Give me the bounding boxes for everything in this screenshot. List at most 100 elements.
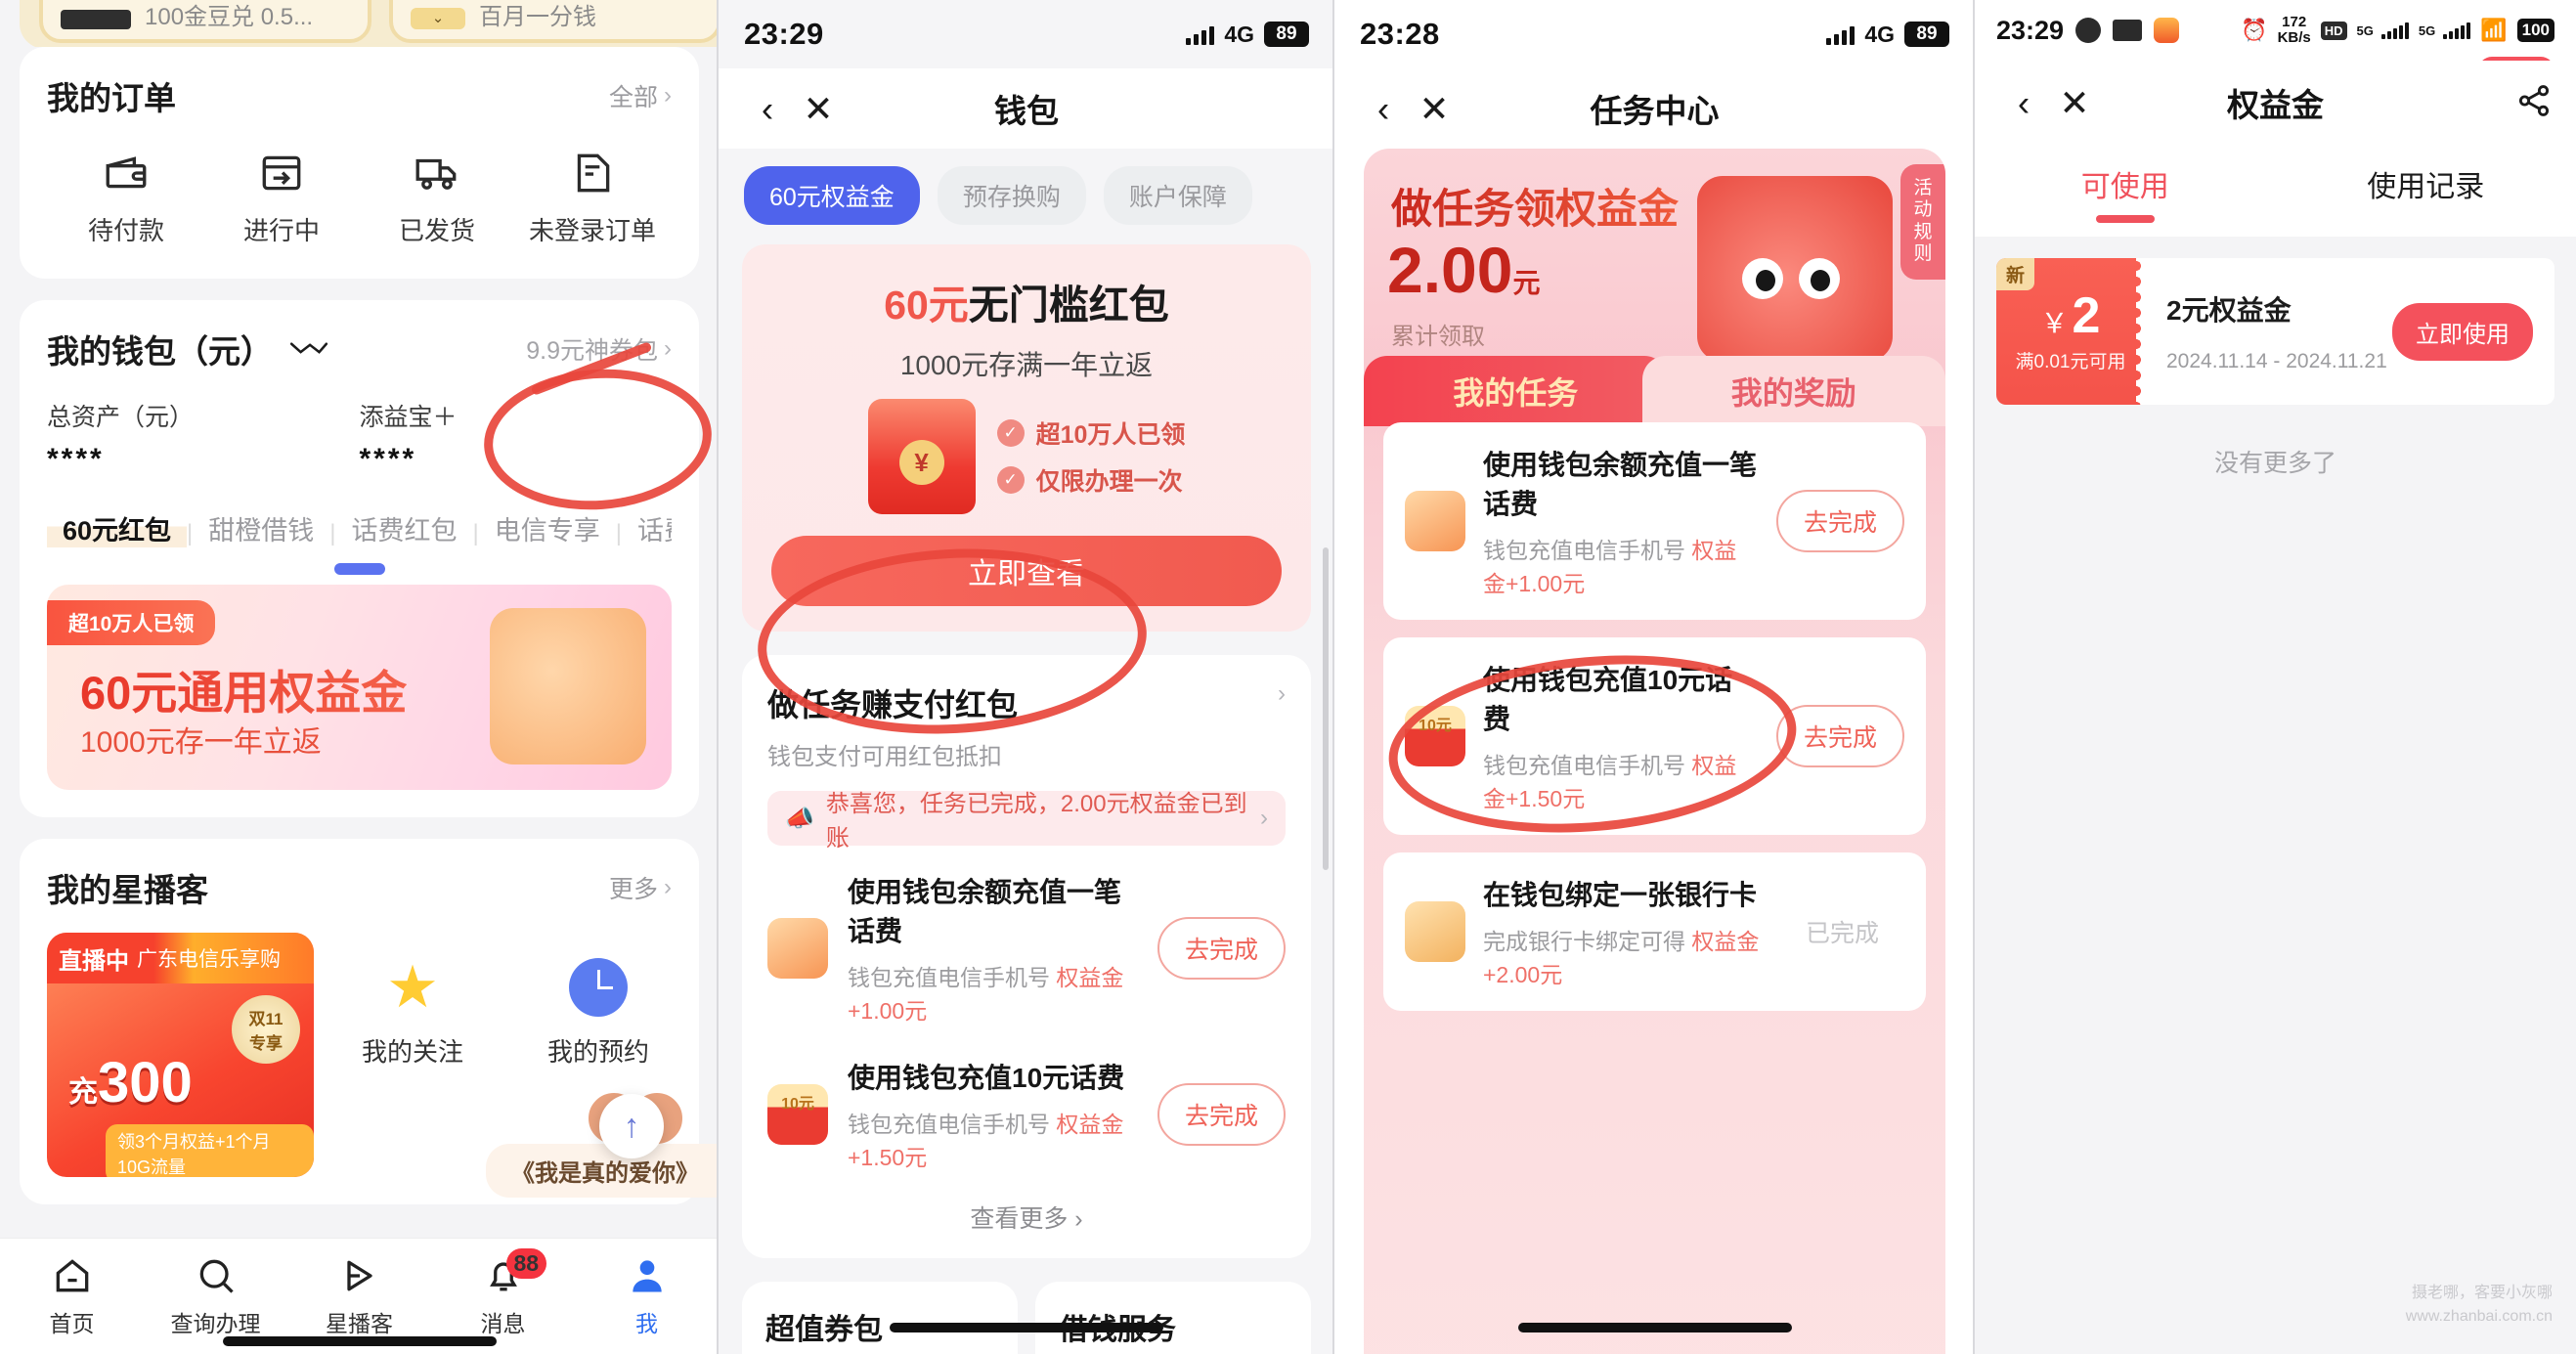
wallet-promo-banner[interactable]: 超10万人已领 60元通用权益金 1000元存一年立返 [47,585,672,790]
earn-card-subtitle: 钱包支付可用红包抵扣 [767,744,1002,770]
order-item-pending-payment[interactable]: 待付款 [53,149,199,247]
mini-card-loan-service[interactable]: 借钱服务 常见问题› 一键查询 ? [1035,1282,1311,1354]
tab-star-podcast[interactable]: 星播客 [306,1254,414,1338]
see-more-link[interactable]: 查看更多 › [767,1178,1286,1239]
close-icon[interactable]: ✕ [793,91,844,127]
tab-usage-history[interactable]: 使用记录 [2276,145,2576,237]
earn-card-header[interactable]: 做任务赚支付红包 钱包支付可用红包抵扣 › [767,680,1286,771]
task-center-hero: 活动规则 做任务领权益金 2.00元 累计领取 我的任务 我的奖励 使用钱包余额… [1364,149,1945,1354]
pill-account-protection[interactable]: 账户保障 [1103,166,1252,225]
tab-indicator [2095,215,2155,223]
watermark-line-2: www.zhanbai.com.cn [2405,1308,2553,1325]
search-icon [199,1259,234,1293]
wallet-coupon-pack-link[interactable]: 9.9元神券包 › [526,331,672,367]
live-stream-card[interactable]: 直播中 广东电信乐享购 充300 领3个月权益+1个月10G流量 双11 专享 [47,933,314,1177]
close-icon[interactable]: ✕ [1409,91,1460,127]
order-item-shipped[interactable]: 已发货 [364,149,510,247]
tab-home[interactable]: 首页 [19,1254,126,1338]
task-completion-notice[interactable]: 📣 恭喜您，任务已完成，2.00元权益金已到账 › [767,791,1286,852]
gold-card-1[interactable]: 100金豆兑 0.5... [39,0,371,43]
tab-label: 可使用 [2080,171,2169,203]
wallet-stat-value: **** [359,443,417,475]
chevron-left-icon[interactable]: ‹ [1998,85,2049,121]
wallet-stat-value: **** [47,443,105,475]
chevron-right-icon: › [664,335,672,362]
live-amount: 充300 [68,1050,193,1115]
close-icon[interactable]: ✕ [2049,85,2100,121]
tab-label: 我 [635,1311,658,1336]
coupon-amount-value: 2 [2072,286,2101,344]
use-now-button[interactable]: 立即使用 [2392,302,2533,361]
tab-my-rewards[interactable]: 我的奖励 [1641,356,1945,426]
clock-icon [569,958,628,1017]
eye-closed-icon[interactable] [288,338,329,360]
task-action-button[interactable]: 去完成 [1775,490,1904,552]
status-indicators: 4G 89 [1186,22,1309,48]
page-title-wallet: 我的钱包（元） [47,333,273,370]
order-item-in-progress[interactable]: 进行中 [208,149,355,247]
star-podcast-more[interactable]: 更多 › [609,870,672,905]
task-row: 使用钱包充值10元话费 钱包充值电信手机号 权益金+1.50元 去完成 [1383,637,1926,835]
wallet-tab-0[interactable]: 60元红包 [47,509,188,547]
task-row: 使用钱包充值10元话费 钱包充值电信手机号 权益金+1.50元 去完成 [767,1031,1286,1178]
order-item-label: 未登录订单 [528,216,656,245]
now-playing-song: 《我是真的爱你》 [486,1144,719,1198]
wallet-tab-3[interactable]: 电信专享 [479,509,616,547]
gold-card-2[interactable]: ⌄ 百月一分钱 [389,0,719,43]
task-action-button[interactable]: 去完成 [1157,917,1286,980]
chevron-right-icon: › [664,82,672,109]
share-icon[interactable] [2515,82,2553,124]
rights-fund-tabs: 可使用 使用记录 [1975,145,2576,237]
signal-bars-icon-1 [2380,22,2409,39]
quick-link-following[interactable]: ★ 我的关注 [339,958,486,1069]
wallet-stat-tianyibao[interactable]: 添益宝＋ **** [360,398,673,476]
hero-amount: 2.00元 [1387,233,1540,307]
orders-quick-links: 待付款 进行中 已发货 未登录订单 [47,127,672,251]
order-item-label: 已发货 [398,216,475,245]
activity-rules-button[interactable]: 活动规则 [1900,164,1945,280]
wallet-tab-1[interactable]: 甜橙借钱 [193,509,329,547]
nav-bar: ‹ ✕ 任务中心 [1334,68,1975,149]
star-quick-links: ★ 我的关注 我的预约 [339,933,672,1069]
home-indicator [890,1323,1163,1332]
task-action-button[interactable]: 去完成 [1157,1083,1286,1146]
task-title: 使用钱包充值10元话费 [848,1063,1125,1093]
home-icon [56,1259,88,1292]
pill-prepay-exchange[interactable]: 预存换购 [937,166,1086,225]
wallet-tab-4[interactable]: 话费 [622,509,672,547]
banner-bullets: ✓ 超10万人已领 ✓ 仅限办理一次 [996,404,1185,509]
promo-title: 60元通用权益金 [80,655,407,722]
chevron-down-icon: ⌄ [411,8,465,29]
coupon-text: 2元权益金 2024.11.14 - 2024.11.21 [2166,289,2387,373]
panel-divider-1 [717,0,719,1354]
pill-60-yuan[interactable]: 60元权益金 [744,166,920,225]
hero-subtitle: 累计领取 [1391,324,1485,350]
wallet-tab-2[interactable]: 话费红包 [336,509,473,547]
mini-card-coupon-pack[interactable]: 超值券包 60元还款金› 限时特惠 [742,1282,1018,1354]
my-wallet-card: 我的钱包（元） 9.9元神券包 › 总资产（元） **** 添益宝＋ **** … [20,300,699,817]
task-text: 使用钱包余额充值一笔话费 钱包充值电信手机号 权益金+1.00元 [848,871,1138,1026]
order-item-guest-order[interactable]: 未登录订单 [519,149,666,247]
panel-divider-3 [1973,0,1975,1354]
tab-me[interactable]: 我 [593,1254,701,1338]
tab-available[interactable]: 可使用 [1975,145,2276,237]
tab-query[interactable]: 查询办理 [162,1254,270,1338]
tab-my-tasks[interactable]: 我的任务 [1364,356,1668,426]
task-action-button[interactable]: 去完成 [1775,705,1904,767]
order-item-label: 进行中 [242,216,320,245]
mail-icon [2113,20,2143,41]
view-now-button[interactable]: 立即查看 [771,536,1282,606]
coupon-card[interactable]: 新 ￥2 满0.01元可用 2元权益金 2024.11.14 - 2024.11… [1996,258,2554,405]
task-status-label: 已完成 [1805,920,1879,947]
scroll-to-top-button[interactable]: ↑ [599,1094,664,1158]
status-bar: 23:28 4G 89 [1334,0,1975,68]
chevron-left-icon[interactable]: ‹ [1358,91,1409,127]
status-bar: 23:29 ⏰ 172 KB/s HD 5G 5G 📶 100 [1975,0,2576,61]
scrollbar[interactable] [1323,547,1329,870]
quick-link-reservations[interactable]: 我的预约 [525,958,672,1069]
tab-messages[interactable]: 88 消息 [450,1248,557,1338]
wallet-stat-total-assets[interactable]: 总资产（元） **** [47,398,360,476]
live-subtitle: 领3个月权益+1个月10G流量 [106,1124,314,1177]
chevron-left-icon[interactable]: ‹ [742,91,793,127]
orders-view-all[interactable]: 全部 › [609,78,672,113]
